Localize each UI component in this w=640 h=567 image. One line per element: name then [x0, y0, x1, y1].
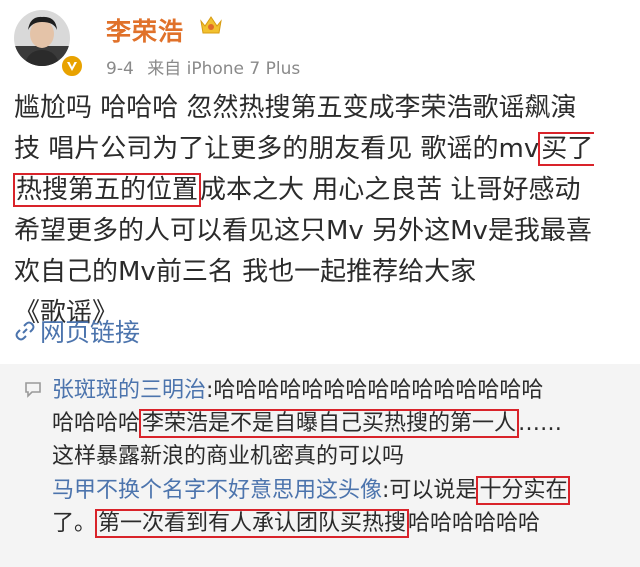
comment-text: :可以说是	[382, 478, 478, 503]
comment-line: 张斑斑的三明治:哈哈哈哈哈哈哈哈哈哈哈哈哈哈哈	[52, 374, 632, 407]
comment-section: 张斑斑的三明治:哈哈哈哈哈哈哈哈哈哈哈哈哈哈哈 哈哈哈哈李荣浩是不是自曝自己买热…	[0, 364, 640, 567]
comment-text: 哈哈哈哈	[52, 411, 141, 436]
comment-line: 哈哈哈哈李荣浩是不是自曝自己买热搜的第一人……	[52, 407, 632, 440]
post-line: 希望更多的人可以看见这只Mv 另外这Mv是我最喜	[14, 216, 592, 246]
post-text: 技 唱片公司为了让更多的朋友看见 歌谣的mv	[14, 134, 540, 164]
username[interactable]: 李荣浩	[106, 12, 184, 48]
comment-item: 马甲不换个名字不好意思用这头像:可以说是十分实在 了。第一次看到有人承认团队买热…	[52, 474, 632, 540]
verified-v-icon	[60, 54, 84, 78]
post-date: 9-4	[106, 59, 134, 79]
post-line: 技 唱片公司为了让更多的朋友看见 歌谣的mv买了	[14, 129, 634, 170]
highlight-box: 热搜第五的位置	[13, 173, 202, 207]
post-source-prefix: 来自	[147, 59, 182, 79]
comment-text: 哈哈哈哈哈哈	[408, 511, 541, 536]
crown-icon[interactable]	[198, 12, 224, 38]
post-device[interactable]: iPhone 7 Plus	[187, 59, 301, 79]
quote-icon	[25, 382, 41, 398]
post-line: 热搜第五的位置成本之大 用心之良苦 让哥好感动	[13, 170, 634, 211]
web-link-label[interactable]: 网页链接	[40, 313, 140, 349]
comment-text: ……	[518, 411, 563, 436]
post-line: 欢自己的Mv前三名 我也一起推荐给大家	[14, 257, 477, 287]
comment-author[interactable]: 马甲不换个名字不好意思用这头像	[52, 478, 382, 503]
comment-line: 这样暴露新浪的商业机密真的可以吗	[52, 444, 405, 469]
post-body: 尴尬吗 哈哈哈 忽然热搜第五变成李荣浩歌谣飙演 技 唱片公司为了让更多的朋友看见…	[13, 88, 634, 334]
highlight-box: 十分实在	[476, 476, 571, 505]
comment-line: 了。第一次看到有人承认团队买热搜哈哈哈哈哈哈	[52, 507, 632, 540]
post-text: 成本之大 用心之良苦 让哥好感动	[200, 175, 581, 205]
comment-text: 了。	[52, 511, 97, 536]
comment-item: 张斑斑的三明治:哈哈哈哈哈哈哈哈哈哈哈哈哈哈哈 哈哈哈哈李荣浩是不是自曝自己买热…	[52, 374, 632, 473]
comment-author[interactable]: 张斑斑的三明治	[52, 378, 206, 403]
highlight-box: 买了	[538, 132, 595, 166]
link-icon	[15, 321, 35, 341]
web-link[interactable]: 网页链接	[14, 313, 140, 349]
highlight-box: 第一次看到有人承认团队买热搜	[95, 509, 410, 538]
comment-line: 马甲不换个名字不好意思用这头像:可以说是十分实在	[52, 474, 632, 507]
post-meta: 9-4 来自 iPhone 7 Plus	[106, 54, 300, 79]
comment-text: :哈哈哈哈哈哈哈哈哈哈哈哈哈哈哈	[206, 378, 544, 403]
highlight-box: 李荣浩是不是自曝自己买热搜的第一人	[139, 409, 520, 438]
post-line: 尴尬吗 哈哈哈 忽然热搜第五变成李荣浩歌谣飙演	[14, 93, 577, 123]
